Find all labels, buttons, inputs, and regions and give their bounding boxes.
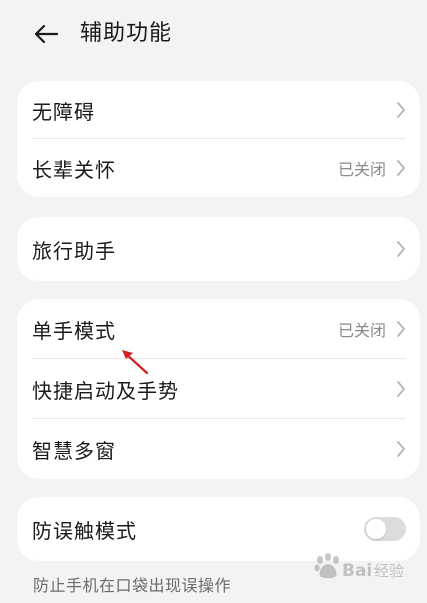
chevron-right-icon [397, 102, 405, 118]
chevron-right-icon [397, 441, 405, 457]
row-label: 智慧多窗 [32, 438, 116, 463]
row-label: 防误触模式 [32, 518, 137, 543]
annotation-arrow-icon [122, 350, 149, 375]
row-status: 已关闭 [337, 160, 386, 179]
svg-text:Bai: Bai [342, 561, 372, 581]
back-button[interactable] [28, 18, 64, 50]
chevron-right-icon [397, 241, 405, 257]
row-one-handed-mode[interactable]: 单手模式 已关闭 [17, 299, 420, 359]
row-elder-care[interactable]: 长辈关怀 已关闭 [17, 139, 420, 197]
settings-card-accessibility: 无障碍 长辈关怀 已关闭 [17, 81, 420, 197]
page-title: 辅助功能 [80, 21, 173, 46]
row-shortcuts-gestures[interactable]: 快捷启动及手势 [17, 359, 420, 419]
footnote-description: 防止手机在口袋出现误操作 [33, 576, 232, 595]
top-app-bar: 辅助功能 [0, 0, 427, 68]
chevron-right-icon [397, 160, 405, 176]
settings-card-travel: 旅行助手 [17, 217, 420, 281]
row-label: 旅行助手 [32, 238, 116, 263]
row-label: 无障碍 [32, 99, 95, 124]
chevron-right-icon [397, 321, 405, 337]
settings-card-gestures: 单手模式 已关闭 快捷启动及手势 智慧多窗 [17, 299, 420, 479]
baidu-watermark-logo: Bai 经验 [314, 553, 404, 581]
chevron-right-icon [397, 381, 405, 397]
row-label: 快捷启动及手势 [32, 378, 179, 403]
row-travel-assistant[interactable]: 旅行助手 [17, 217, 420, 281]
row-status: 已关闭 [337, 321, 386, 340]
row-label: 单手模式 [32, 318, 116, 343]
row-smart-multi-window[interactable]: 智慧多窗 [17, 419, 420, 479]
svg-text:经验: 经验 [374, 562, 404, 580]
toggle-knob [366, 519, 386, 539]
row-accessibility[interactable]: 无障碍 [17, 81, 420, 139]
row-label: 长辈关怀 [32, 157, 116, 182]
arrow-left-icon [34, 24, 59, 44]
accidental-touch-toggle[interactable] [364, 517, 406, 541]
